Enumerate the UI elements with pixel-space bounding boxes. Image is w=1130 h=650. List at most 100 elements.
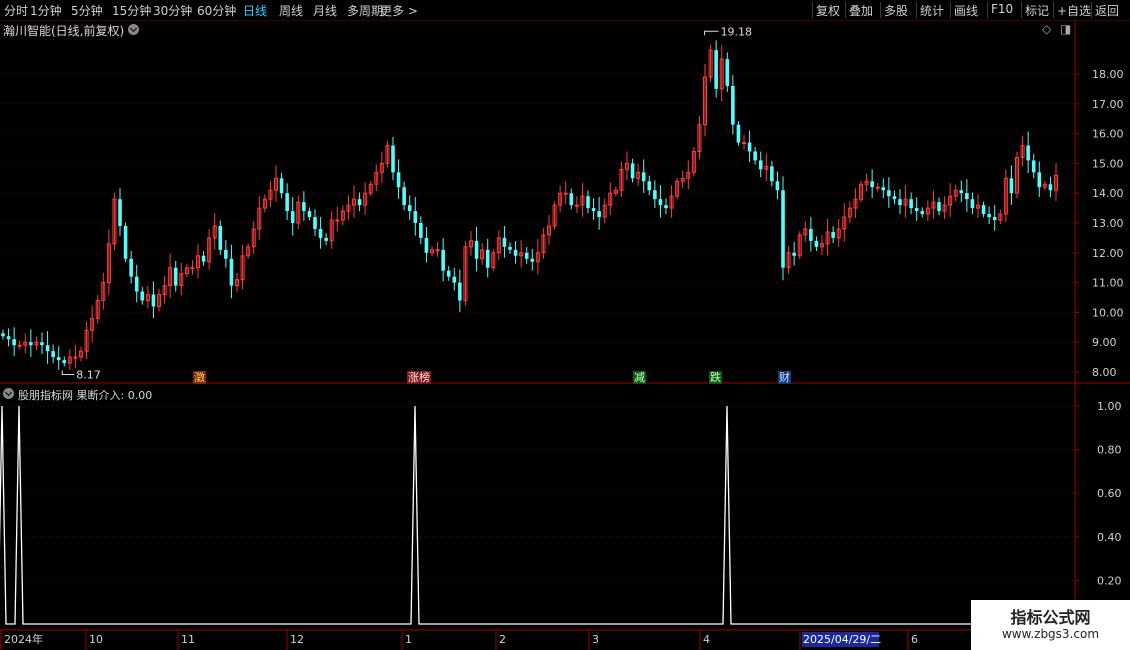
candle-body [279,178,284,194]
candle-body [887,190,891,197]
price-tick-label: 11.00 [1092,277,1124,290]
candle-body [792,252,796,256]
candle-body [1026,145,1030,161]
price-tick-label: 17.00 [1092,98,1124,111]
dropdown-icon[interactable] [128,24,139,35]
candle-body [335,219,340,222]
price-tick-label: 16.00 [1092,128,1124,141]
candle-body [45,345,50,352]
event-tag-1[interactable]: 涨榜 [407,371,431,384]
candle-body [747,142,752,152]
candle-body [647,181,652,191]
date-label: 6 [911,633,918,646]
event-tag-0[interactable]: 澂 [193,371,206,384]
candle-body [870,181,874,188]
candle-body [591,208,596,212]
high-label: 19.18 [721,25,753,38]
chart-area[interactable]: 18.0017.0016.0015.0014.0013.0012.0011.00… [0,0,1130,650]
candle-body [881,187,886,191]
indicator-line [0,405,1075,625]
candle-body [123,225,128,259]
candle-body [218,225,223,250]
candle-body [407,205,412,212]
candle-body [736,124,741,143]
candle-body [1,333,5,337]
candle-body [134,276,139,292]
date-label: 2024年 [4,632,43,646]
candle-body [56,357,61,361]
candle-body [140,291,145,301]
candle-body [714,50,718,89]
watermark-title: 指标公式网 [1010,608,1091,627]
candle-body [831,231,835,238]
low-label: 8.17 [76,368,101,381]
candle-body [653,190,657,200]
price-tick-label: 8.00 [1092,366,1117,379]
candle-body [658,199,663,206]
indicator-title: 股朋指标网 果断介入: 0.00 [18,389,153,402]
candle-body [62,360,67,364]
candle-body [809,228,813,241]
candle-body [502,237,507,247]
candle-body [441,249,445,271]
candle-body [12,339,16,346]
candle-body [190,267,195,270]
price-tick-label: 14.00 [1092,187,1124,200]
candle-body [402,187,406,206]
candle-body [357,199,362,206]
candle-body [290,211,295,223]
candle-body [725,59,730,86]
candle-body [965,193,969,200]
candle-body [40,342,44,346]
layout-toggle-icon[interactable]: ◨ [1060,22,1071,36]
candle-body [530,258,535,262]
candle-body [118,199,122,226]
candle-body [914,208,919,212]
candle-body [324,237,328,241]
candle-body [569,193,574,206]
candle-body [987,214,991,218]
candle-body [1009,178,1014,194]
diamond-icon[interactable]: ◇ [1042,22,1051,36]
candle-body [524,252,529,259]
candle-body [485,249,490,268]
event-tag-4[interactable]: 财 [778,371,791,384]
date-label: 3 [592,633,599,646]
price-tick-label: 13.00 [1092,217,1124,230]
candle-body [992,217,997,221]
date-label: 2025/04/29/二 [803,633,881,646]
candle-body [302,202,306,212]
candle-body [173,267,178,286]
candle-body [419,223,423,238]
date-label: 11 [181,633,195,646]
candle-body [1048,184,1053,191]
candle-body [586,196,590,209]
candle-body [6,336,11,340]
candle-body [224,249,228,259]
candle-body [391,145,395,173]
candle-body [435,249,440,252]
watermark: 指标公式网 www.zbgs3.com [971,600,1130,650]
candle-body [641,172,646,182]
event-tag-2[interactable]: 减 [633,371,646,384]
indicator-tick-label: 0.80 [1097,444,1122,457]
candle-body [201,255,206,262]
price-tick-label: 12.00 [1092,247,1124,260]
candle-body [318,228,323,238]
candle-body [664,205,668,209]
candle-body [1037,172,1042,188]
candle-body [229,258,234,286]
date-label: 12 [290,633,304,646]
indicator-tick-label: 0.60 [1097,487,1122,500]
candle-body [413,211,418,223]
candle-body [458,282,462,301]
candle-body [1031,160,1036,173]
candle-body [630,163,635,179]
price-tick-label: 18.00 [1092,68,1124,81]
indicator-dropdown-icon[interactable] [3,388,14,399]
candle-body [970,199,975,209]
candle-body [770,166,774,182]
event-tag-3[interactable]: 跌 [709,371,722,384]
candle-body [396,172,401,188]
candle-body [959,190,964,194]
